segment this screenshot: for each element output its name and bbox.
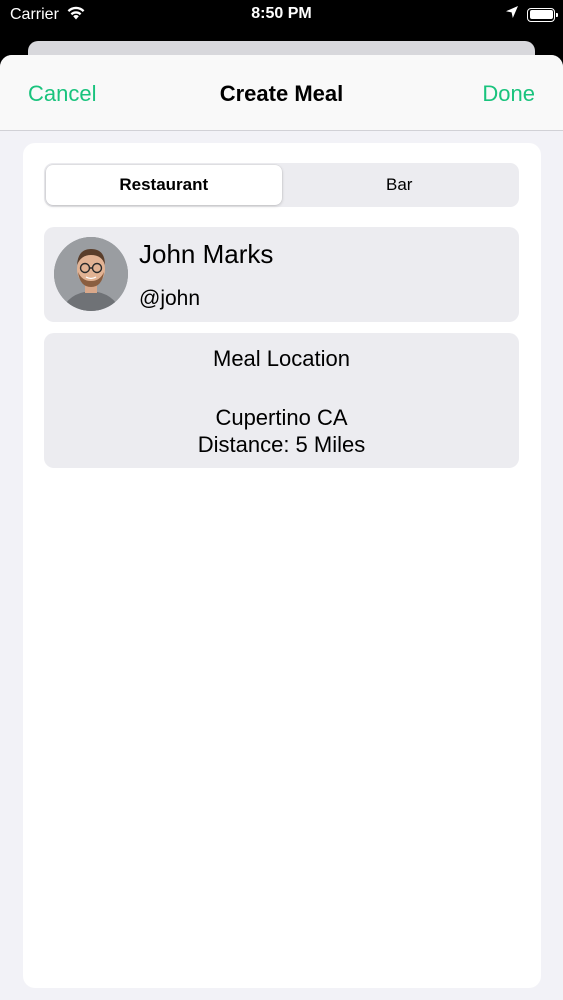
location-distance: Distance: 5 Miles (197, 432, 366, 457)
location-city: Cupertino CA (215, 405, 348, 430)
avatar (54, 237, 128, 311)
meal-type-segmented-control: Restaurant Bar (44, 163, 519, 207)
create-meal-sheet: Cancel Create Meal Done Restaurant Bar J… (0, 55, 563, 1000)
location-arrow-icon (505, 5, 519, 24)
status-time: 8:50 PM (251, 5, 312, 22)
status-bar-right (505, 5, 558, 24)
done-button[interactable]: Done (482, 81, 535, 107)
form-content: Restaurant Bar John Marks @john Meal Loc… (23, 143, 541, 988)
segment-restaurant[interactable]: Restaurant (46, 165, 282, 205)
meal-location-card[interactable]: Meal Location Cupertino CA Distance: 5 M… (44, 333, 519, 468)
user-name: John Marks (139, 239, 274, 269)
page-title: Create Meal (219, 81, 344, 106)
segment-bar[interactable]: Bar (282, 165, 518, 205)
user-handle: @john (139, 287, 201, 310)
location-title: Meal Location (213, 346, 350, 371)
status-bar: Carrier 8:50 PM (0, 0, 563, 30)
user-card: John Marks @john (44, 227, 519, 322)
navigation-bar: Cancel Create Meal Done (0, 55, 563, 131)
battery-icon (527, 7, 558, 22)
